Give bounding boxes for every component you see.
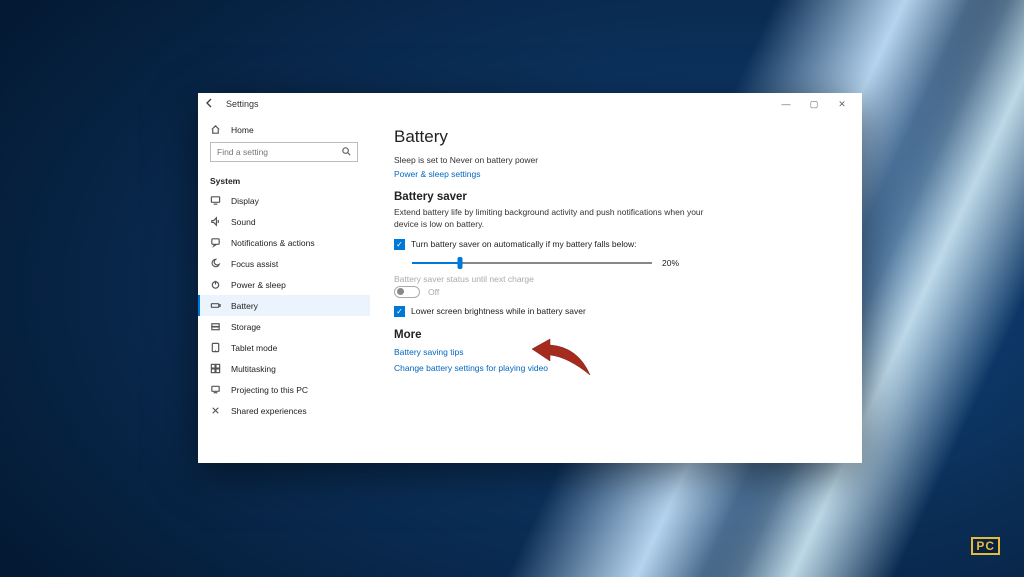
window-titlebar: Settings — ▢ ✕ [198, 93, 862, 115]
battery-saver-heading: Battery saver [394, 191, 838, 203]
storage-icon [210, 321, 221, 332]
sidebar-item-label: Notifications & actions [231, 238, 315, 248]
page-title: Battery [394, 127, 838, 147]
saver-status-label: Battery saver status until next charge [394, 274, 838, 284]
threshold-slider[interactable] [412, 262, 652, 264]
home-icon [210, 124, 221, 135]
sidebar-item-label: Display [231, 196, 259, 206]
sidebar-item-label: Focus assist [231, 259, 278, 269]
lower-brightness-row: ✓ Lower screen brightness while in batte… [394, 306, 838, 317]
sidebar-item-storage[interactable]: Storage [198, 316, 370, 337]
saver-toggle-state: Off [428, 287, 439, 297]
sidebar-item-display[interactable]: Display [198, 190, 370, 211]
window-title: Settings [226, 99, 259, 109]
watermark: PC [971, 537, 1000, 555]
sidebar-item-label: Sound [231, 217, 256, 227]
saver-toggle-row: Off [394, 286, 838, 298]
sidebar-item-notifications[interactable]: Notifications & actions [198, 232, 370, 253]
battery-tips-link[interactable]: Battery saving tips [394, 347, 838, 357]
sidebar-item-power-sleep[interactable]: Power & sleep [198, 274, 370, 295]
settings-window: Settings — ▢ ✕ Home System Display Sound [198, 93, 862, 463]
more-heading: More [394, 329, 838, 341]
sidebar-item-sound[interactable]: Sound [198, 211, 370, 232]
threshold-slider-row: 20% [412, 258, 838, 268]
sidebar-item-label: Tablet mode [231, 343, 277, 353]
auto-on-checkbox[interactable]: ✓ [394, 239, 405, 250]
battery-saver-description: Extend battery life by limiting backgrou… [394, 207, 714, 231]
sidebar-item-label: Power & sleep [231, 280, 286, 290]
sidebar-item-label: Battery [231, 301, 258, 311]
close-button[interactable]: ✕ [828, 99, 856, 110]
sidebar-item-label: Projecting to this PC [231, 385, 308, 395]
minimize-button[interactable]: — [772, 99, 800, 109]
power-icon [210, 279, 221, 290]
sidebar-item-tablet-mode[interactable]: Tablet mode [198, 337, 370, 358]
projecting-icon [210, 384, 221, 395]
sidebar-item-multitasking[interactable]: Multitasking [198, 358, 370, 379]
video-settings-link[interactable]: Change battery settings for playing vide… [394, 363, 838, 373]
watermark-pc-badge: PC [971, 537, 1000, 555]
content-pane: Battery Sleep is set to Never on battery… [370, 115, 862, 463]
sidebar-item-label: Storage [231, 322, 261, 332]
maximize-button[interactable]: ▢ [800, 99, 828, 110]
focus-assist-icon [210, 258, 221, 269]
search-wrap [198, 140, 370, 168]
sidebar-item-label: Shared experiences [231, 406, 307, 416]
sidebar-item-projecting[interactable]: Projecting to this PC [198, 379, 370, 400]
auto-on-checkbox-row: ✓ Turn battery saver on automatically if… [394, 239, 838, 250]
display-icon [210, 195, 221, 206]
tablet-icon [210, 342, 221, 353]
auto-on-label: Turn battery saver on automatically if m… [411, 239, 637, 249]
sidebar-item-focus-assist[interactable]: Focus assist [198, 253, 370, 274]
sidebar-item-home[interactable]: Home [198, 119, 370, 140]
search-input[interactable] [210, 142, 358, 162]
power-sleep-settings-link[interactable]: Power & sleep settings [394, 169, 480, 179]
battery-icon [210, 300, 221, 311]
notifications-icon [210, 237, 221, 248]
multitasking-icon [210, 363, 221, 374]
saver-status-toggle[interactable] [394, 286, 420, 298]
back-button[interactable] [204, 97, 216, 112]
sidebar-item-shared-experiences[interactable]: Shared experiences [198, 400, 370, 421]
sidebar-item-label: Multitasking [231, 364, 276, 374]
lower-brightness-label: Lower screen brightness while in battery… [411, 306, 586, 316]
shared-icon [210, 405, 221, 416]
slider-thumb[interactable] [458, 257, 463, 269]
sound-icon [210, 216, 221, 227]
sidebar-home-label: Home [231, 125, 254, 135]
sidebar-section-label: System [198, 168, 370, 190]
annotation-arrow-icon [528, 335, 600, 385]
search-icon [341, 146, 352, 157]
threshold-value: 20% [662, 258, 679, 268]
sidebar-item-battery[interactable]: Battery [198, 295, 370, 316]
sleep-status-text: Sleep is set to Never on battery power [394, 155, 714, 167]
sidebar: Home System Display Sound Notifications … [198, 115, 370, 463]
lower-brightness-checkbox[interactable]: ✓ [394, 306, 405, 317]
